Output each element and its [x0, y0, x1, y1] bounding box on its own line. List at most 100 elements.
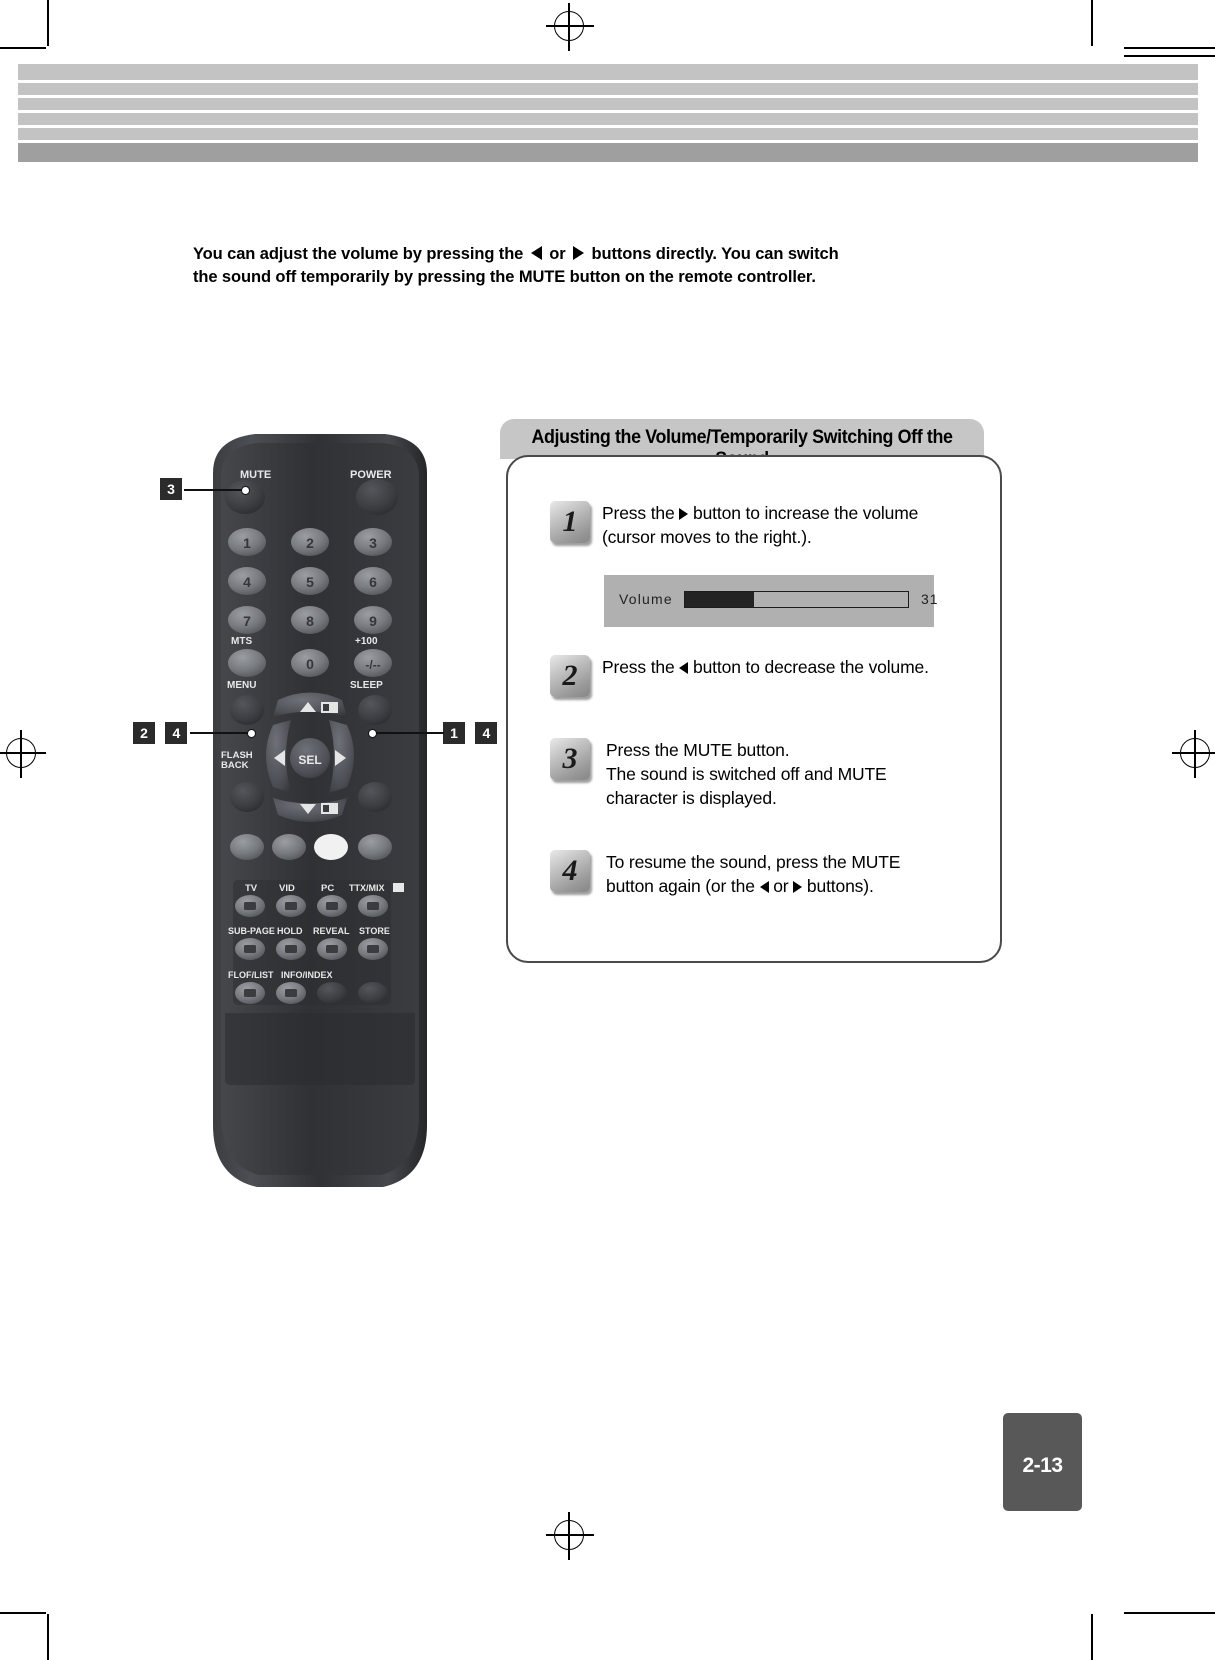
color-key-1[interactable] [230, 834, 264, 860]
step-2-number: 2 [562, 659, 578, 692]
teletext-button-6[interactable] [358, 982, 388, 1004]
store-icon [367, 945, 379, 953]
triangle-right-icon [793, 880, 803, 893]
page-number: 2-13 [1022, 1454, 1063, 1477]
callout-right: 1 4 [443, 722, 498, 744]
hold-icon [285, 945, 297, 953]
sel-label: SEL [298, 753, 321, 767]
callout-dot-mute [241, 486, 250, 495]
extra-button-right[interactable] [358, 782, 392, 812]
power-label: POWER [350, 469, 392, 481]
crop-mark-tr-v [1091, 0, 1093, 46]
pc-icon [326, 902, 338, 910]
osd-volume-track [684, 591, 909, 608]
step-4-line2-b: or [773, 875, 789, 896]
page-number-tab: 2-13 [1003, 1413, 1082, 1511]
infoindex-label: INFO/INDEX [281, 970, 333, 980]
svg-text:3: 3 [369, 535, 377, 551]
registration-mark-bottom [546, 1512, 594, 1560]
step-4-number: 4 [562, 854, 578, 887]
step-4-line1: To resume the sound, press the MUTE [606, 852, 901, 872]
mts-button[interactable] [228, 649, 266, 677]
osd-volume-value: 31 [921, 591, 939, 607]
callout-leader-left [190, 732, 252, 734]
pc-label: PC [321, 883, 334, 894]
flashback-button[interactable] [230, 782, 264, 812]
power-button[interactable] [356, 479, 398, 515]
osd-volume-display: Volume 31 [604, 575, 938, 627]
step-4-line2-a: button again (or the [606, 875, 755, 896]
intro-line2: the sound off temporarily by pressing th… [193, 268, 816, 287]
color-key-2[interactable] [272, 834, 306, 860]
intro-paragraph: You can adjust the volume by pressing th… [193, 243, 963, 290]
instruction-panel-body: 1 Press the button to increase the volum… [506, 455, 1002, 963]
registration-mark-right [1172, 730, 1215, 778]
vid-icon [285, 902, 297, 910]
step-1-text-b: button to increase the volume [693, 503, 919, 523]
reveal-label: REVEAL [313, 926, 350, 936]
svg-text:5: 5 [306, 574, 314, 590]
menu-button[interactable] [230, 695, 264, 725]
callout-dot-left [247, 729, 256, 738]
svg-text:2: 2 [306, 535, 314, 551]
triangle-left-icon [679, 662, 689, 674]
header-decorative-band [18, 64, 1198, 162]
color-key-3[interactable] [314, 834, 348, 860]
svg-text:6: 6 [369, 574, 377, 590]
teletext-button-5[interactable] [317, 982, 347, 1004]
crop-mark-tr-h [1124, 47, 1215, 49]
osd-volume-label: Volume [619, 591, 673, 607]
step-2-text-a: Press the [602, 657, 675, 677]
crop-mark-right-edge [1124, 55, 1215, 57]
crop-mark-bl-h [0, 1612, 46, 1614]
osd-volume-fill [685, 592, 755, 607]
step-1-number-badge: 1 [550, 501, 590, 543]
crop-mark-br-h [1124, 1612, 1215, 1614]
callout-dot-right [368, 729, 377, 738]
step-1-text-a: Press the [602, 503, 675, 523]
menu-label: MENU [227, 680, 256, 691]
step-3-line2: The sound is switched off and MUTE [606, 763, 887, 784]
svg-text:9: 9 [369, 613, 377, 629]
callout-tag-4-right: 4 [475, 722, 498, 744]
step-1-number: 1 [562, 505, 578, 538]
mute-label: MUTE [240, 469, 271, 481]
subpage-label: SUB-PAGE [228, 926, 275, 936]
ttxmix-icon [367, 902, 379, 910]
floflist-label: FLOF/LIST [228, 970, 274, 980]
remote-control-svg: MUTE POWER 1 2 3 4 5 6 7 8 9 MTS +100 0 … [213, 434, 427, 1187]
reveal-icon [326, 945, 338, 953]
callout-tag-3: 3 [160, 478, 182, 500]
crop-mark-tl-h [0, 47, 46, 49]
step-3-line1: Press the MUTE button. [606, 740, 790, 760]
svg-text:-/--: -/-- [365, 658, 380, 672]
subpage-icon [244, 945, 256, 953]
remote-control-illustration: MUTE POWER 1 2 3 4 5 6 7 8 9 MTS +100 0 … [195, 425, 445, 1205]
callout-mute: 3 [160, 478, 182, 500]
callout-tag-1: 1 [443, 722, 465, 744]
svg-text:7: 7 [243, 613, 251, 629]
numeric-keypad[interactable]: 1 2 3 4 5 6 7 8 9 [228, 528, 392, 634]
intro-text-b: or [549, 245, 566, 263]
ttxmix-label: TTX/MIX [349, 883, 385, 893]
step-3-line3: character is displayed. [606, 787, 777, 808]
floflist-icon [244, 989, 256, 997]
step-4-number-badge: 4 [550, 850, 590, 892]
callout-tag-4-left: 4 [165, 722, 188, 744]
step-3-text: Press the MUTE button. The sound is swit… [606, 739, 887, 810]
sleep-label: SLEEP [350, 680, 383, 691]
triangle-right-icon [679, 508, 689, 520]
sleep-button[interactable] [358, 695, 392, 725]
crop-mark-br-v [1091, 1614, 1093, 1660]
ttx-icon [393, 883, 404, 892]
tv-label: TV [245, 883, 258, 894]
step-2-text-b: button to decrease the volume. [693, 657, 929, 677]
svg-text:0: 0 [306, 656, 314, 672]
step-3-number-badge: 3 [550, 738, 590, 780]
color-key-4[interactable] [358, 834, 392, 860]
callout-leader-right [372, 732, 444, 734]
vid-label: VID [279, 883, 295, 894]
intro-text-a: You can adjust the volume by pressing th… [193, 245, 524, 263]
hold-label: HOLD [277, 926, 303, 936]
step-4-line2-c: buttons). [806, 875, 874, 896]
